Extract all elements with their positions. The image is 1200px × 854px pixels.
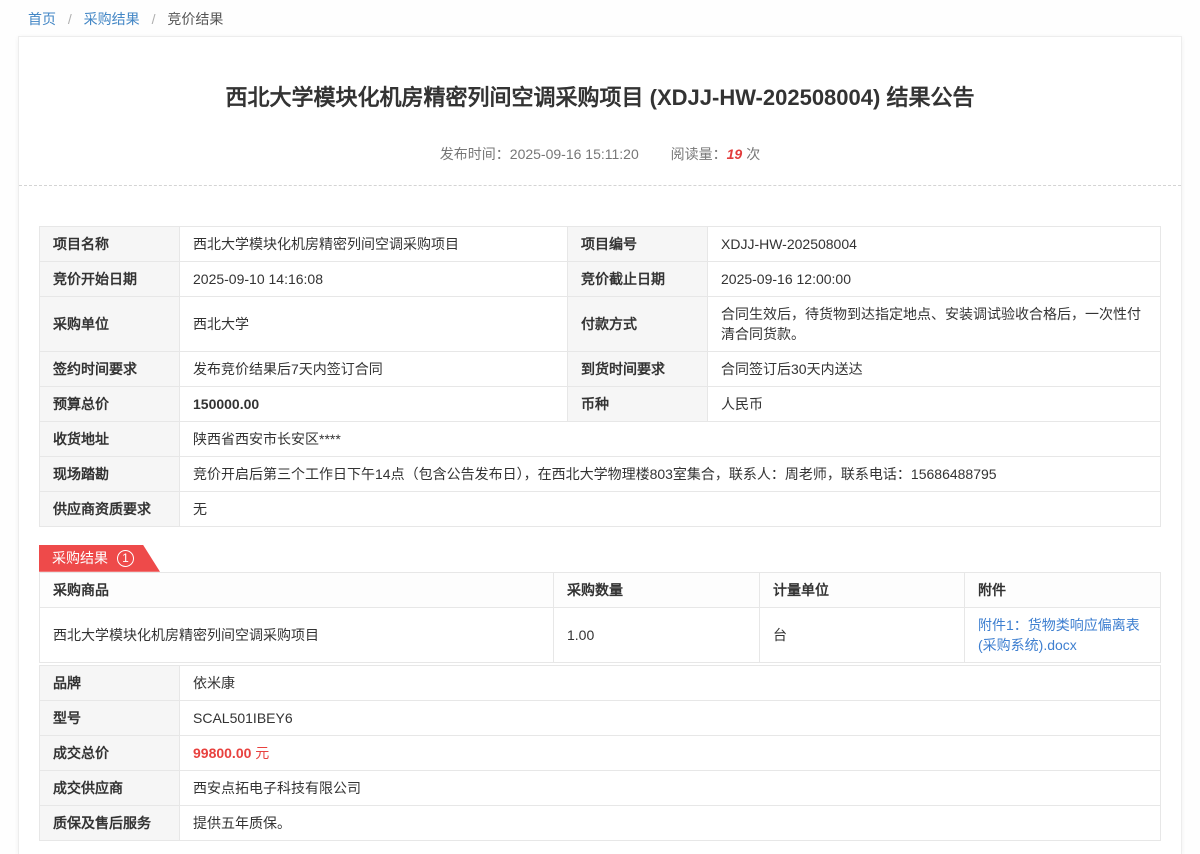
row-label: 付款方式: [568, 296, 708, 351]
row-label: 成交总价: [40, 735, 180, 770]
table-row: 现场踏勘 竞价开启后第三个工作日下午14点（包含公告发布日），在西北大学物理楼8…: [40, 456, 1161, 491]
row-value: 竞价开启后第三个工作日下午14点（包含公告发布日），在西北大学物理楼803室集合…: [180, 456, 1161, 491]
row-value: 无: [180, 491, 1161, 526]
row-label: 采购单位: [40, 296, 180, 351]
table-row: 成交总价 99800.00 元: [40, 735, 1161, 770]
read-count-value: 19: [727, 146, 743, 162]
table-row: 供应商资质要求 无: [40, 491, 1161, 526]
row-value: 西北大学: [180, 296, 568, 351]
table-row: 签约时间要求 发布竞价结果后7天内签订合同 到货时间要求 合同签订后30天内送达: [40, 351, 1161, 386]
column-header: 采购数量: [554, 572, 760, 607]
publish-time-value: 2025-09-16 15:11:20: [510, 146, 639, 162]
final-price-unit: 元: [255, 745, 269, 761]
row-value: 陕西省西安市长安区****: [180, 421, 1161, 456]
read-count: 阅读量：19次: [671, 146, 761, 162]
row-label: 预算总价: [40, 386, 180, 421]
read-count-unit: 次: [746, 146, 760, 162]
row-value: XDJJ-HW-202508004: [708, 226, 1161, 261]
row-value: 西北大学模块化机房精密列间空调采购项目: [180, 226, 568, 261]
budget-total-value: 150000.00: [180, 386, 568, 421]
row-label: 供应商资质要求: [40, 491, 180, 526]
column-header: 计量单位: [760, 572, 965, 607]
product-name-cell: 西北大学模块化机房精密列间空调采购项目: [40, 607, 554, 662]
row-label: 质保及售后服务: [40, 805, 180, 840]
divider: [19, 185, 1181, 186]
model-value: SCAL501IBEY6: [180, 700, 1161, 735]
row-value: 合同签订后30天内送达: [708, 351, 1161, 386]
row-label: 品牌: [40, 665, 180, 700]
result-table: 采购商品 采购数量 计量单位 附件 西北大学模块化机房精密列间空调采购项目 1.…: [39, 572, 1161, 663]
table-header-row: 采购商品 采购数量 计量单位 附件: [40, 572, 1161, 607]
row-label: 项目编号: [568, 226, 708, 261]
breadcrumb-link-procurement-results[interactable]: 采购结果: [84, 11, 140, 27]
announcement-card: 西北大学模块化机房精密列间空调采购项目 (XDJJ-HW-202508004) …: [18, 36, 1182, 854]
table-row: 项目名称 西北大学模块化机房精密列间空调采购项目 项目编号 XDJJ-HW-20…: [40, 226, 1161, 261]
row-value: 人民币: [708, 386, 1161, 421]
publish-time: 发布时间：2025-09-16 15:11:20: [440, 146, 639, 162]
page-title: 西北大学模块化机房精密列间空调采购项目 (XDJJ-HW-202508004) …: [79, 83, 1121, 114]
row-value: 合同生效后，待货物到达指定地点、安装调试验收合格后，一次性付清合同货款。: [708, 296, 1161, 351]
row-label: 项目名称: [40, 226, 180, 261]
article-meta: 发布时间：2025-09-16 15:11:20 阅读量：19次: [39, 144, 1161, 164]
row-label: 币种: [568, 386, 708, 421]
quantity-cell: 1.00: [554, 607, 760, 662]
row-label: 收货地址: [40, 421, 180, 456]
award-detail-table: 品牌 依米康 型号 SCAL501IBEY6 成交总价 99800.00 元 成…: [39, 665, 1161, 841]
final-price-value: 99800.00 元: [180, 735, 1161, 770]
read-count-label: 阅读量：: [671, 146, 727, 162]
table-row: 采购单位 西北大学 付款方式 合同生效后，待货物到达指定地点、安装调试验收合格后…: [40, 296, 1161, 351]
breadcrumb-separator: /: [152, 11, 156, 27]
table-row: 品牌 依米康: [40, 665, 1161, 700]
column-header: 采购商品: [40, 572, 554, 607]
warranty-value: 提供五年质保。: [180, 805, 1161, 840]
brand-value: 依米康: [180, 665, 1161, 700]
publish-time-label: 发布时间：: [440, 146, 510, 162]
row-value: 2025-09-10 14:16:08: [180, 261, 568, 296]
column-header: 附件: [965, 572, 1161, 607]
attachment-link[interactable]: 附件1：货物类响应偏离表(采购系统).docx: [978, 617, 1140, 653]
attachment-cell: 附件1：货物类响应偏离表(采购系统).docx: [965, 607, 1161, 662]
table-row: 型号 SCAL501IBEY6: [40, 700, 1161, 735]
row-label: 到货时间要求: [568, 351, 708, 386]
breadcrumb-link-home[interactable]: 首页: [28, 11, 56, 27]
result-badge-label: 采购结果: [52, 545, 108, 572]
result-section-badge: 采购结果 1: [39, 545, 160, 572]
supplier-value: 西安点拓电子科技有限公司: [180, 770, 1161, 805]
row-value: 2025-09-16 12:00:00: [708, 261, 1161, 296]
project-info-table: 项目名称 西北大学模块化机房精密列间空调采购项目 项目编号 XDJJ-HW-20…: [39, 226, 1161, 527]
final-price-number: 99800.00: [193, 745, 251, 761]
table-row: 成交供应商 西安点拓电子科技有限公司: [40, 770, 1161, 805]
table-row: 质保及售后服务 提供五年质保。: [40, 805, 1161, 840]
row-label: 竞价开始日期: [40, 261, 180, 296]
result-badge-count: 1: [117, 550, 134, 567]
table-row: 收货地址 陕西省西安市长安区****: [40, 421, 1161, 456]
unit-cell: 台: [760, 607, 965, 662]
table-row: 预算总价 150000.00 币种 人民币: [40, 386, 1161, 421]
row-label: 成交供应商: [40, 770, 180, 805]
table-row: 竞价开始日期 2025-09-10 14:16:08 竞价截止日期 2025-0…: [40, 261, 1161, 296]
breadcrumb: 首页 / 采购结果 / 竞价结果: [0, 0, 1200, 29]
row-label: 型号: [40, 700, 180, 735]
breadcrumb-current: 竞价结果: [167, 11, 223, 27]
row-value: 发布竞价结果后7天内签订合同: [180, 351, 568, 386]
row-label: 签约时间要求: [40, 351, 180, 386]
row-label: 竞价截止日期: [568, 261, 708, 296]
table-row: 西北大学模块化机房精密列间空调采购项目 1.00 台 附件1：货物类响应偏离表(…: [40, 607, 1161, 662]
row-label: 现场踏勘: [40, 456, 180, 491]
breadcrumb-separator: /: [68, 11, 72, 27]
